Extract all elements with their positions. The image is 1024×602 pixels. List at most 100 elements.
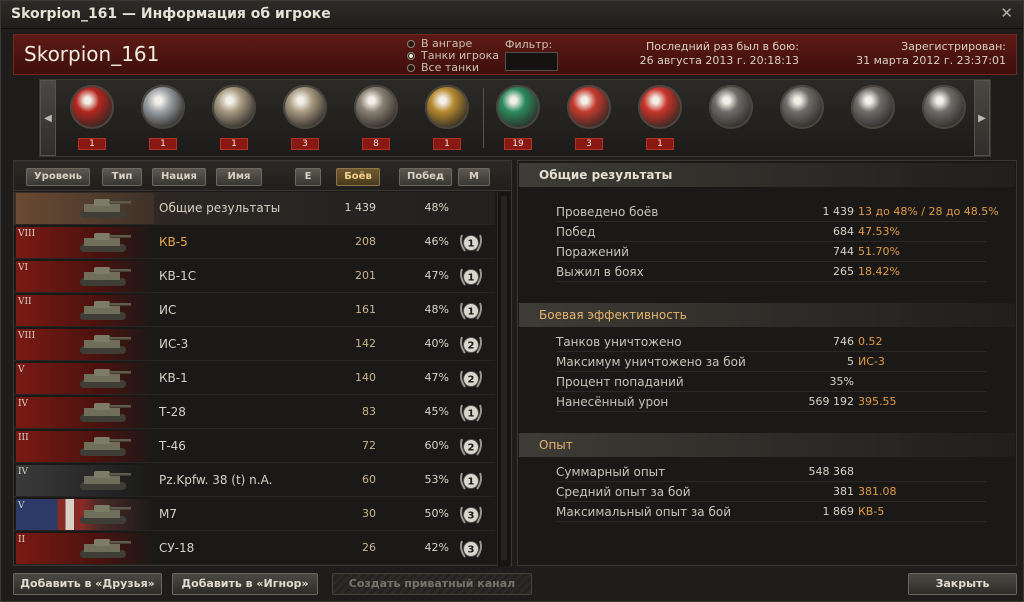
sort-nation-button[interactable]: Нация [152,168,206,186]
stat-label: Выжил в боях [556,265,644,279]
medal-emblem [70,85,114,129]
medals-scroll-left-button[interactable]: ◀ [40,80,56,156]
scrollbar-track[interactable] [501,196,507,560]
sort-battles-button[interactable]: Боёв [336,168,380,186]
vehicle-tier: V [18,365,25,375]
tank-wreath-medal-icon[interactable]: 1 [206,83,262,153]
vehicle-win-rate: 48% [424,303,449,316]
mastery-badge-icon: 1 [460,302,482,320]
stat-label: Танков уничтожено [556,335,682,349]
crossed-guns-medal-icon[interactable]: 1 [135,83,191,153]
mastery-class: 2 [468,341,475,352]
red-emblem-medal-icon[interactable]: 1 [632,83,688,153]
vehicle-name: СУ-18 [159,541,195,555]
close-icon[interactable]: ✕ [1000,4,1013,22]
target-wreath-medal-icon[interactable]: 3 [277,83,333,153]
add-ignore-button[interactable]: Добавить в «Игнор» [172,573,318,595]
radio-all-tanks[interactable]: Все танки [407,62,499,74]
vehicle-row[interactable]: II СУ-18 26 42% 3 [14,532,495,565]
vehicle-name: ИС-3 [159,337,189,351]
red-sword-medal-icon[interactable]: 3 [561,83,617,153]
tank-duel-medal-icon[interactable]: 1 [419,83,475,153]
medal-emblem [425,85,469,129]
mastery-badge-icon: 3 [460,540,482,558]
grey-achievement-2-icon[interactable] [774,83,830,153]
last-battle-value: 26 августа 2013 г. 20:18:13 [639,54,799,67]
sort-level-button[interactable]: Уровень [26,168,90,186]
sort-wins-button[interactable]: Побед [399,168,452,186]
vehicle-row[interactable]: V M7 30 50% 3 [14,498,495,531]
footer-bar: Добавить в «Друзья» Добавить в «Игнор» С… [1,568,1023,601]
red-star-banner-medal-icon[interactable]: 1 [64,83,120,153]
tank-icon [80,199,131,218]
medal-emblem [354,85,398,129]
mastery-class: 1 [468,307,475,318]
sort-mastery-button[interactable]: M [458,168,490,186]
player-header: Skorpion_161 В ангаре Танки игрока Все т… [13,34,1017,75]
vehicle-row[interactable]: VIII КВ-5 208 46% 1 [14,226,495,259]
grey-achievement-4-icon[interactable] [916,83,972,153]
mastery-class: 2 [468,375,475,386]
section-title-experience: Опыт [519,433,1015,457]
vehicle-row[interactable]: V КВ-1 140 47% 2 [14,362,495,395]
stat-row: Проведено боёв 1 439 13 до 48% / 28 до 48.… [556,203,999,222]
grey-achievement-3-icon[interactable] [845,83,901,153]
vehicle-win-rate: 50% [424,507,449,520]
overall-results-row[interactable]: Общие результаты 1 439 48% [14,192,495,225]
add-friend-button[interactable]: Добавить в «Друзья» [13,573,162,595]
vehicle-row[interactable]: VI КВ-1С 201 47% 1 [14,260,495,293]
vehicle-row[interactable]: IV Pz.Kpfw. 38 (t) n.A. 60 53% 1 [14,464,495,497]
stat-row: Максимальный опыт за бой 1 869 КВ-5 [556,503,986,522]
filter-label: Фильтр: [505,38,553,51]
sort-e-button[interactable]: E [295,168,321,186]
medal-emblem [638,85,682,129]
stat-extra: 51.70% [858,245,900,258]
last-battle-info: Последний раз был в бою: 26 августа 2013… [629,40,799,68]
create-private-channel-button[interactable]: Создать приватный канал [332,573,532,595]
vehicle-row[interactable]: IV Т-28 83 45% 1 [14,396,495,429]
stat-row: Побед 684 47.53% [556,223,986,242]
tank-icon [80,403,131,422]
tank-shield-medal-icon[interactable]: 8 [348,83,404,153]
vehicle-name: КВ-1 [159,371,188,385]
vehicle-name: Общие результаты [159,201,281,215]
grey-achievement-1-icon[interactable] [703,83,759,153]
stat-label: Нанесённый урон [556,395,669,409]
vehicle-battles: 1 439 [344,201,377,214]
vehicle-list-scrollbar[interactable] [497,192,510,566]
stat-value: 744 [833,245,854,258]
stat-value: 1 869 [822,505,855,518]
green-banner-medal-icon[interactable]: 19 [490,83,546,153]
section-title-combat: Боевая эффективность [519,303,1015,327]
vehicle-name: ИС [159,303,177,317]
stat-extra: 47.53% [858,225,900,238]
vehicle-battles: 161 [355,303,376,316]
medals-scroll-right-button[interactable]: ▶ [974,80,990,156]
vehicle-row[interactable]: III Т-46 72 60% 2 [14,430,495,463]
filter-input[interactable] [505,52,558,71]
mastery-badge-icon: 3 [460,506,482,524]
vehicle-name: Т-28 [159,405,186,419]
mastery-class: 2 [468,443,475,454]
vehicle-tier: VI [18,263,29,273]
vehicle-row[interactable]: VII ИС 161 48% 1 [14,294,495,327]
medal-count: 1 [646,138,674,150]
vehicle-win-rate: 53% [424,473,449,486]
registered-label: Зарегистрирован: [901,40,1006,53]
sort-name-button[interactable]: Имя [216,168,262,186]
sort-type-button[interactable]: Тип [102,168,142,186]
stat-label: Суммарный опыт [556,465,666,479]
vehicle-row[interactable]: VIII ИС-3 142 40% 2 [14,328,495,361]
vehicle-tier: IV [18,467,29,477]
vehicle-list: Общие результаты 1 439 48% VIII КВ-5 208 46% 1 V… [14,192,495,566]
medal-count: 8 [362,138,390,150]
close-button[interactable]: Закрыть [908,573,1017,595]
radio-dot [407,64,415,72]
stat-extra: 0.52 [858,335,883,348]
stat-label: Процент попаданий [556,375,684,389]
vehicle-name: Pz.Kpfw. 38 (t) n.A. [159,473,273,487]
vehicle-battles: 83 [362,405,376,418]
vehicle-name: КВ-5 [159,235,188,249]
vehicle-win-rate: 40% [424,337,449,350]
vehicle-win-rate: 45% [424,405,449,418]
